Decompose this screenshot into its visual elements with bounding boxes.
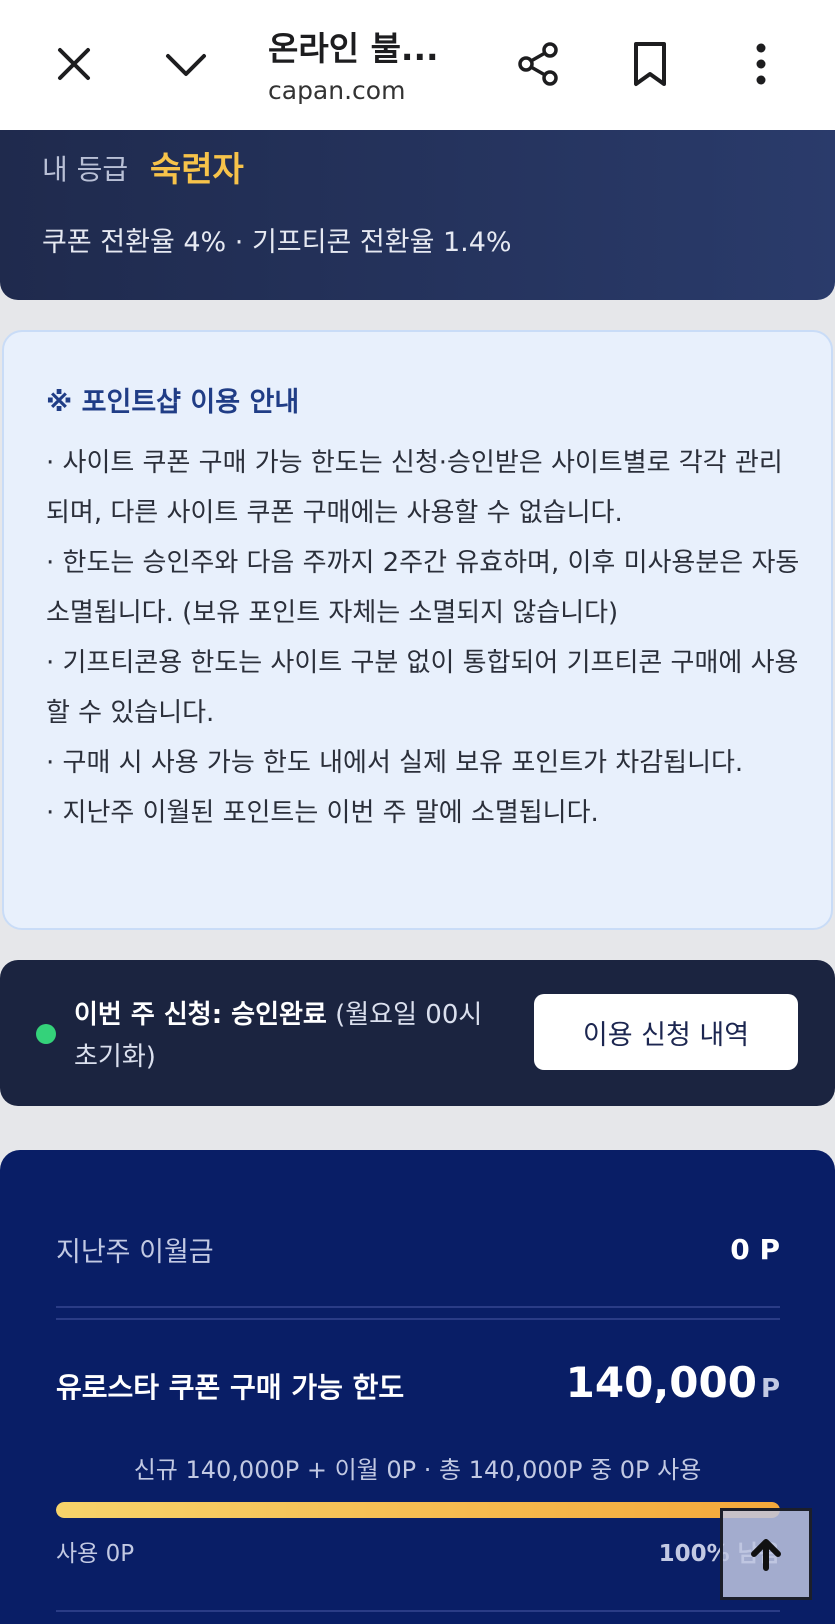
application-history-button[interactable]: 이용 신청 내역	[534, 994, 798, 1070]
notice-item: · 구매 시 사용 가능 한도 내에서 실제 보유 포인트가 차감됩니다.	[46, 748, 744, 778]
share-button[interactable]	[506, 32, 570, 96]
purchase-limit-label: 유로스타 쿠폰 구매 가능 한도	[56, 1371, 405, 1404]
status-prefix: 이번 주 신청:	[74, 1000, 232, 1030]
status-state: 승인완료	[231, 1000, 327, 1030]
close-button[interactable]	[42, 32, 106, 96]
status-text: 이번 주 신청: 승인완료 (월요일 00시 초기화)	[74, 994, 494, 1078]
notice-item: · 지난주 이월된 포인트는 이번 주 말에 소멸됩니다.	[46, 798, 599, 828]
conversion-rates: 쿠폰 전환율 4% · 기프티콘 전환율 1.4%	[42, 227, 512, 258]
carryover-row: 지난주 이월금 0 P	[56, 1230, 780, 1269]
usage-progress-bar	[56, 1502, 780, 1518]
divider	[56, 1610, 780, 1612]
purchase-limit-value: 140,000 P	[566, 1358, 780, 1407]
notice-list: · 사이트 쿠폰 구매 가능 한도는 신청·승인받은 사이트별로 각각 관리되며…	[46, 438, 806, 838]
weekly-application-status: 이번 주 신청: 승인완료 (월요일 00시 초기화) 이용 신청 내역	[0, 960, 835, 1106]
used-points-label: 사용 0P	[56, 1541, 135, 1567]
limit-breakdown: 신규 140,000P + 이월 0P · 총 140,000P 중 0P 사용	[133, 1456, 702, 1484]
notice-item: · 사이트 쿠폰 구매 가능 한도는 신청·승인받은 사이트별로 각각 관리되며…	[46, 448, 783, 528]
scroll-to-top-button[interactable]	[720, 1508, 812, 1600]
purchase-limit-row: 유로스타 쿠폰 구매 가능 한도 140,000 P	[56, 1358, 780, 1407]
notice-item: · 기프티콘용 한도는 사이트 구분 없이 통합되어 기프티콘 구매에 사용할 …	[46, 648, 799, 728]
notice-title: ※ 포인트샵 이용 안내	[46, 387, 300, 418]
more-button[interactable]	[729, 32, 793, 96]
carryover-value: 0 P	[730, 1233, 780, 1266]
more-vertical-icon	[756, 43, 766, 85]
carryover-label: 지난주 이월금	[56, 1237, 214, 1268]
pointshop-notice: ※ 포인트샵 이용 안내 · 사이트 쿠폰 구매 가능 한도는 신청·승인받은 …	[2, 330, 833, 930]
page-url[interactable]: capan.com	[268, 76, 405, 105]
divider	[56, 1306, 780, 1308]
bookmark-icon	[634, 42, 666, 86]
grade-value: 숙련자	[150, 150, 244, 190]
grade-label: 내 등급	[42, 153, 129, 186]
close-icon	[58, 48, 90, 80]
share-icon	[518, 42, 558, 86]
notice-item: · 한도는 승인주와 다음 주까지 2주간 유효하며, 이후 미사용분은 자동 …	[46, 548, 800, 628]
chevron-down-icon	[166, 54, 206, 76]
divider	[56, 1318, 780, 1320]
usage-progress-fill	[56, 1502, 780, 1518]
purchase-limit-unit: P	[760, 1374, 780, 1404]
bookmark-button[interactable]	[618, 32, 682, 96]
collapse-button[interactable]	[154, 32, 218, 96]
usage-labels: 사용 0P 100% 남음	[56, 1534, 780, 1568]
points-panel: 지난주 이월금 0 P 유로스타 쿠폰 구매 가능 한도 140,000 P 신규…	[0, 1150, 835, 1624]
grade-card: 내 등급 숙련자 쿠폰 전환율 4% · 기프티콘 전환율 1.4%	[0, 130, 835, 300]
page-title: 온라인 불...	[268, 29, 439, 68]
browser-toolbar: 온라인 불... capan.com	[0, 0, 835, 130]
arrow-up-icon	[751, 1539, 781, 1571]
purchase-limit-amount: 140,000	[565, 1358, 757, 1407]
status-dot	[36, 1024, 56, 1044]
